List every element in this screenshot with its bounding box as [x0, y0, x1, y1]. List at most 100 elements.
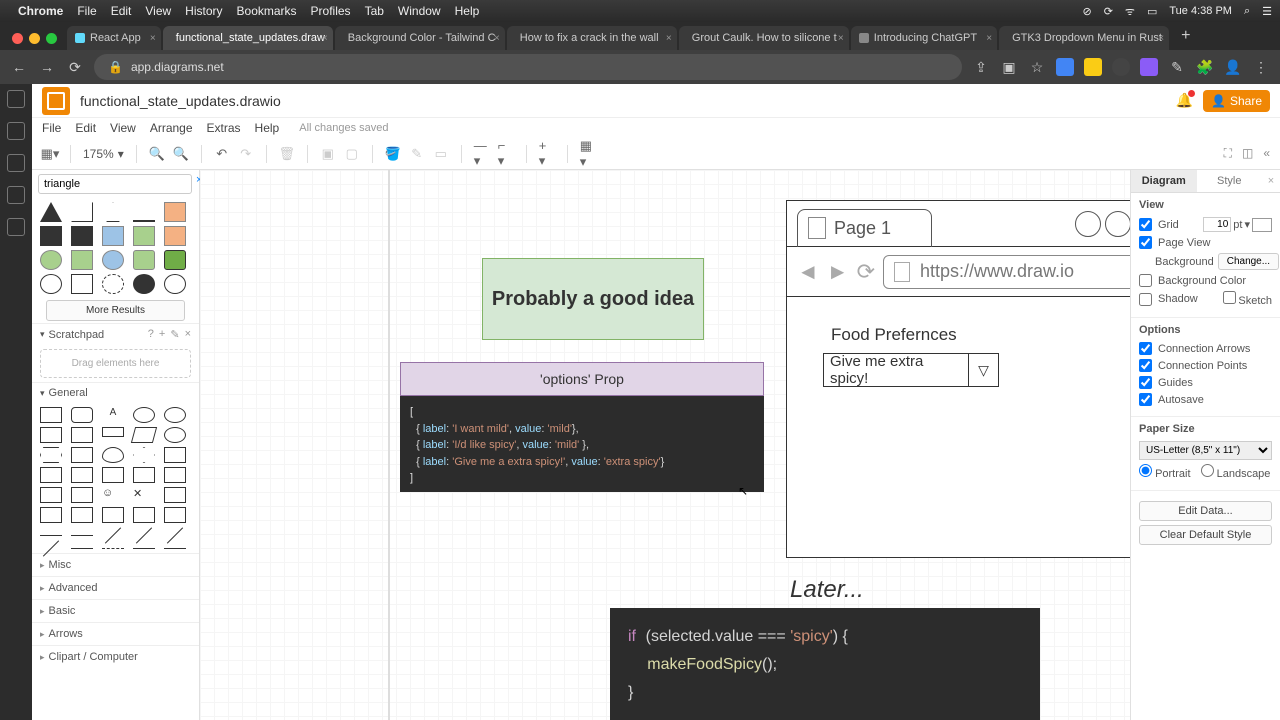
back-icon[interactable]: ◄: [797, 259, 819, 285]
mac-menu-history[interactable]: History: [185, 4, 222, 18]
tab-tailwind[interactable]: Background Color - Tailwind C×: [335, 26, 505, 50]
landscape-radio[interactable]: [1201, 464, 1214, 477]
autosave-checkbox[interactable]: [1139, 393, 1152, 406]
tab-youtube2[interactable]: Grout Caulk. How to silicone t×: [679, 26, 849, 50]
shape[interactable]: [40, 507, 62, 523]
shape-rect[interactable]: [40, 407, 62, 423]
shape-triangle[interactable]: [40, 202, 62, 222]
shape[interactable]: [40, 226, 62, 246]
mac-menu-edit[interactable]: Edit: [111, 4, 132, 18]
shape-box[interactable]: [164, 202, 186, 222]
shape[interactable]: [71, 487, 93, 503]
shape[interactable]: [40, 535, 62, 536]
mac-menu-file[interactable]: File: [77, 4, 96, 18]
shape-browser-mockup[interactable]: Page 1 ◄ ► ⟳ https://www.draw.io Food Pr…: [786, 200, 1130, 558]
shape-iso-triangle[interactable]: [102, 202, 124, 222]
extension-icon[interactable]: [1140, 58, 1158, 76]
shape[interactable]: [102, 427, 124, 437]
grid-color-swatch[interactable]: [1252, 218, 1272, 232]
profile-icon[interactable]: 👤: [1224, 59, 1242, 76]
menu-arrange[interactable]: Arrange: [150, 121, 193, 135]
share-button[interactable]: 👤Share: [1203, 90, 1270, 112]
mock-tab[interactable]: Page 1: [797, 209, 932, 247]
shape[interactable]: [102, 226, 124, 246]
shape[interactable]: [133, 447, 155, 463]
mock-url-bar[interactable]: https://www.draw.io: [883, 255, 1130, 289]
connection-icon[interactable]: — ▾: [474, 146, 490, 162]
change-bg-button[interactable]: Change...: [1218, 253, 1279, 270]
shape[interactable]: [164, 507, 186, 523]
line-icon[interactable]: ✎: [409, 146, 425, 162]
shape-wave[interactable]: [133, 202, 155, 222]
shape[interactable]: [102, 548, 124, 549]
shape[interactable]: [164, 226, 186, 246]
circle-icon[interactable]: [1105, 211, 1130, 237]
bgcolor-checkbox[interactable]: [1139, 274, 1152, 287]
fullscreen-icon[interactable]: ⛶: [1224, 146, 1232, 161]
menu-extras[interactable]: Extras: [207, 121, 241, 135]
shape-search-input[interactable]: [38, 174, 192, 194]
cat-misc[interactable]: ▸Misc: [32, 553, 199, 576]
dock-icon[interactable]: [7, 90, 25, 108]
shape[interactable]: [102, 250, 124, 270]
shape[interactable]: [71, 467, 93, 483]
back-icon[interactable]: ▢: [344, 146, 360, 162]
format-panel-icon[interactable]: ◫: [1242, 146, 1253, 161]
shape[interactable]: [40, 487, 62, 503]
mac-app[interactable]: Chrome: [18, 4, 63, 18]
shape[interactable]: [133, 507, 155, 523]
mac-menu-bookmarks[interactable]: Bookmarks: [237, 4, 297, 18]
shape[interactable]: [40, 467, 62, 483]
battery-icon[interactable]: ▭: [1147, 5, 1157, 18]
shape[interactable]: [164, 467, 186, 483]
shape-code2[interactable]: if (selected.value === 'spicy') { makeFo…: [610, 608, 1040, 720]
delete-icon[interactable]: 🗑: [279, 146, 295, 162]
control-center-icon[interactable]: ☰: [1262, 5, 1272, 18]
menu-file[interactable]: File: [42, 121, 61, 135]
table-icon[interactable]: ▦ ▾: [580, 146, 596, 162]
page-view-icon[interactable]: ▦▾: [42, 146, 58, 162]
scratchpad-drop[interactable]: Drag elements here: [40, 349, 191, 378]
shape[interactable]: [71, 447, 93, 463]
shape[interactable]: [136, 527, 152, 543]
address-bar[interactable]: 🔒app.diagrams.net: [94, 54, 962, 80]
zoom-control[interactable]: 175% ▾: [83, 147, 124, 161]
shape[interactable]: [40, 274, 62, 294]
shape[interactable]: [133, 467, 155, 483]
extension-icon[interactable]: [1056, 58, 1074, 76]
canvas[interactable]: Probably a good idea 'options' Prop [ { …: [200, 170, 1130, 720]
portrait-radio[interactable]: [1139, 464, 1152, 477]
shape[interactable]: [164, 548, 186, 549]
mock-select[interactable]: Give me extra spicy!▽: [823, 353, 999, 387]
ext-icon[interactable]: ⇪: [972, 59, 990, 76]
notifications-icon[interactable]: 🔔: [1176, 92, 1193, 109]
shadow-icon[interactable]: ▭: [433, 146, 449, 162]
general-header[interactable]: ▾General: [32, 382, 199, 403]
cat-clipart[interactable]: ▸Clipart / Computer: [32, 645, 199, 668]
front-icon[interactable]: ▣: [320, 146, 336, 162]
shape-text[interactable]: Later...: [790, 576, 864, 604]
tab-gtk3[interactable]: GTK3 Dropdown Menu in Rust×: [999, 26, 1169, 50]
waypoint-icon[interactable]: ⌐ ▾: [498, 146, 514, 162]
reload-icon[interactable]: ⟳: [857, 259, 875, 285]
mac-menu-profiles[interactable]: Profiles: [311, 4, 351, 18]
menu-help[interactable]: Help: [255, 121, 280, 135]
shape[interactable]: [71, 507, 93, 523]
shape[interactable]: [71, 250, 93, 270]
ext-icon[interactable]: ▣: [1000, 59, 1018, 76]
shape[interactable]: [133, 548, 155, 549]
forward-icon[interactable]: ►: [827, 259, 849, 285]
shape[interactable]: [102, 467, 124, 483]
extension-icon[interactable]: [1112, 58, 1130, 76]
shape[interactable]: [102, 507, 124, 523]
menu-edit[interactable]: Edit: [75, 121, 96, 135]
menu-button[interactable]: ⋮: [1252, 59, 1270, 76]
tab-react[interactable]: React App×: [67, 26, 161, 50]
doc-title[interactable]: functional_state_updates.drawio: [80, 93, 281, 109]
grid-size-input[interactable]: [1203, 217, 1231, 232]
shape[interactable]: [102, 447, 124, 463]
window-controls[interactable]: [12, 33, 57, 44]
guides-checkbox[interactable]: [1139, 376, 1152, 389]
shadow-checkbox[interactable]: [1139, 293, 1152, 306]
edit-data-button[interactable]: Edit Data...: [1139, 501, 1272, 521]
